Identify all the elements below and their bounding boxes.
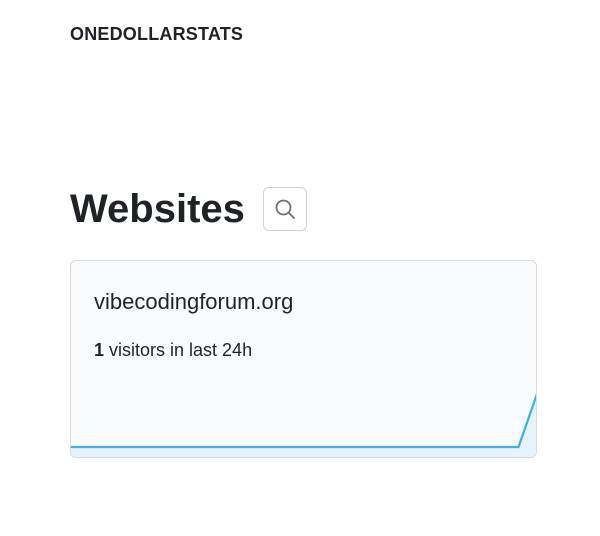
visitors-count: 1 — [94, 340, 105, 360]
visitors-sparkline — [71, 393, 536, 457]
site-card[interactable]: vibecodingforum.org 1 visitors in last 2… — [70, 260, 537, 458]
page-heading-row: Websites — [70, 186, 307, 232]
sparkline-line — [71, 393, 536, 449]
brand-logo-link[interactable]: ONEDOLLARSTATS — [70, 24, 243, 45]
search-button[interactable] — [262, 187, 307, 231]
visitors-summary: 1 visitors in last 24h — [94, 340, 252, 361]
search-icon — [274, 198, 296, 220]
visitors-label: visitors in last 24h — [104, 340, 253, 360]
page-title: Websites — [70, 187, 245, 231]
site-domain: vibecodingforum.org — [94, 289, 294, 314]
